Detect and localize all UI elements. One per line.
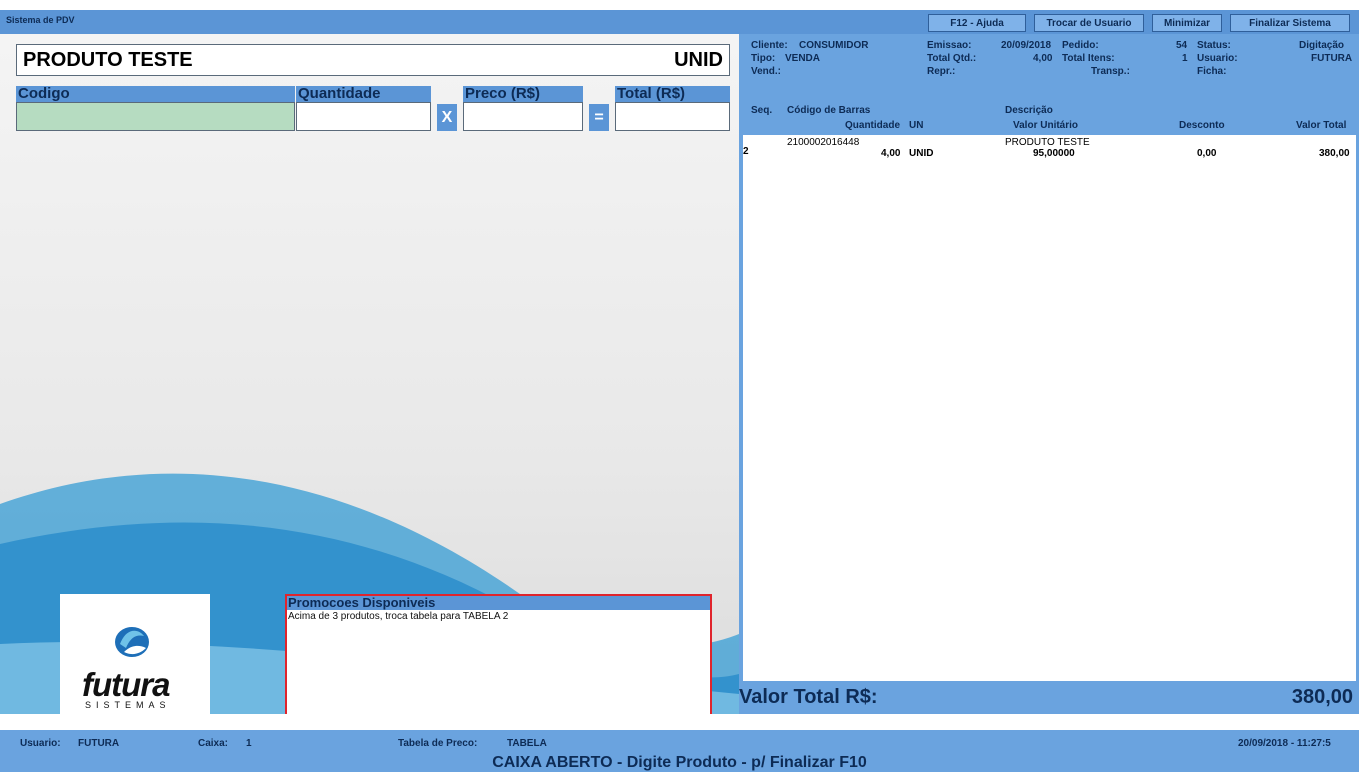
multiply-sign: X: [437, 104, 457, 131]
row-barcode: 2100002016448: [787, 137, 860, 148]
status-value: Digitação: [1299, 40, 1345, 51]
items-label: Total Itens:: [1062, 53, 1115, 64]
type-value: VENDA: [785, 53, 821, 64]
entry-panel: PRODUTO TESTE UNID Codigo Quantidade X P…: [0, 34, 739, 714]
row-unit-value: 95,00000: [1033, 148, 1075, 159]
rep-label: Repr.:: [927, 66, 956, 77]
status-cash-label: Caixa:: [198, 738, 229, 749]
row-un: UNID: [909, 148, 934, 159]
order-panel: Cliente: CONSUMIDOR Tipo: VENDA Vend.: E…: [739, 34, 1359, 714]
status-price-table: TABELA: [507, 738, 547, 749]
row-discount: 0,00: [1197, 148, 1217, 159]
col-barcode: Código de Barras: [787, 105, 871, 116]
status-price-table-label: Tabela de Preco:: [398, 738, 478, 749]
product-display: PRODUTO TESTE UNID: [16, 44, 730, 76]
promotions-title: Promocoes Disponiveis: [287, 596, 710, 610]
row-quantity: 4,00: [881, 148, 901, 159]
exit-system-button[interactable]: Finalizar Sistema: [1230, 14, 1350, 32]
order-info: Cliente: CONSUMIDOR Tipo: VENDA Vend.: E…: [751, 40, 1357, 96]
grand-total-bar: Valor Total R$: 380,00: [739, 682, 1359, 714]
items-count: 1: [1182, 53, 1188, 64]
user-label: Usuario:: [1197, 53, 1238, 64]
row-description: PRODUTO TESTE: [1005, 137, 1090, 148]
col-description: Descrição: [1005, 105, 1053, 116]
price-label: Preco (R$): [463, 86, 583, 102]
items-header: Seq. Código de Barras Descrição Quantida…: [743, 103, 1356, 135]
col-total: Valor Total: [1296, 120, 1347, 131]
promotions-panel: Promocoes Disponiveis Acima de 3 produto…: [285, 594, 712, 714]
col-quantity: Quantidade: [845, 120, 901, 131]
col-discount: Desconto: [1179, 120, 1225, 131]
client-label: Cliente:: [751, 40, 788, 51]
order-number: 54: [1176, 40, 1188, 51]
total-input[interactable]: [615, 102, 730, 131]
status-user: FUTURA: [78, 738, 120, 749]
minimize-button[interactable]: Minimizar: [1152, 14, 1222, 32]
table-row[interactable]: 2 2100002016448 PRODUTO TESTE 4,00 UNID …: [743, 135, 1356, 165]
row-total: 380,00: [1319, 148, 1350, 159]
app-title: Sistema de PDV: [6, 15, 75, 25]
grand-total-label: Valor Total R$:: [739, 686, 878, 708]
total-qty-value: 4,00: [1033, 53, 1053, 64]
col-unit-value: Valor Unitário: [1013, 120, 1079, 131]
status-user-label: Usuario:: [20, 738, 61, 749]
price-input[interactable]: [463, 102, 583, 131]
status-datetime: 20/09/2018 - 11:27:5: [1238, 738, 1331, 749]
status-cash: 1: [246, 738, 252, 749]
grand-total-value: 380,00: [1291, 686, 1353, 708]
company-logo: futura SISTEMAS: [60, 594, 210, 714]
quantity-label: Quantidade: [296, 86, 431, 102]
transp-label: Transp.:: [1091, 66, 1130, 77]
logo-sub: SISTEMAS: [85, 700, 171, 710]
quantity-input[interactable]: [296, 102, 431, 131]
issue-label: Emissao:: [927, 40, 972, 51]
logo-brand: futura: [82, 666, 170, 703]
product-name: PRODUTO TESTE: [23, 49, 193, 71]
total-qty-label: Total Qtd.:: [927, 53, 977, 64]
sheet-label: Ficha:: [1197, 66, 1227, 77]
col-un: UN: [909, 120, 924, 131]
type-label: Tipo:: [751, 53, 776, 64]
row-seq: 2: [743, 146, 749, 157]
total-label: Total (R$): [615, 86, 730, 102]
promotion-item: Acima de 3 produtos, troca tabela para T…: [288, 611, 509, 622]
logo-icon: [115, 627, 149, 657]
client-value: CONSUMIDOR: [799, 40, 869, 51]
order-label: Pedido:: [1062, 40, 1099, 51]
code-label: Codigo: [16, 86, 295, 102]
status-bar: Usuario: FUTURA Caixa: 1 Tabela de Preco…: [0, 730, 1359, 772]
product-unit: UNID: [674, 49, 723, 71]
seller-label: Vend.:: [751, 66, 782, 77]
title-bar: Sistema de PDV F12 - Ajuda Trocar de Usu…: [0, 0, 1359, 36]
items-table: Seq. Código de Barras Descrição Quantida…: [743, 103, 1356, 681]
help-button[interactable]: F12 - Ajuda: [928, 14, 1026, 32]
col-seq: Seq.: [751, 105, 773, 116]
issue-value: 20/09/2018: [1001, 40, 1052, 51]
status-label: Status:: [1197, 40, 1231, 51]
status-message: CAIXA ABERTO - Digite Produto - p/ Final…: [492, 754, 867, 771]
equals-sign: =: [589, 104, 609, 131]
switch-user-button[interactable]: Trocar de Usuario: [1034, 14, 1144, 32]
code-input[interactable]: [16, 102, 295, 131]
user-value: FUTURA: [1311, 53, 1353, 64]
